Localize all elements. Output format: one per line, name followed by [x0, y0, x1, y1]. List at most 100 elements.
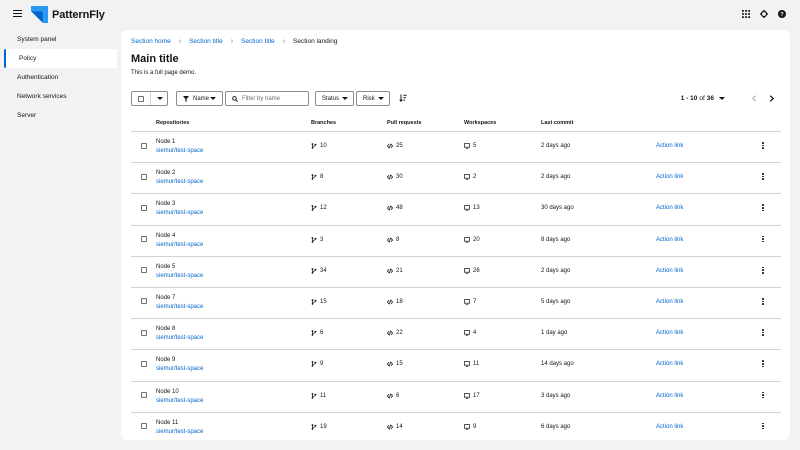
column-header-workspaces[interactable]: Workspaces: [464, 120, 496, 126]
breadcrumb-link[interactable]: Section title: [241, 38, 275, 45]
branches-cell: 9: [311, 361, 323, 367]
repository-link[interactable]: siemur/test-space: [156, 273, 203, 279]
table-row: Node 10 siemur/test-space 11 6 17 3 days…: [131, 382, 781, 413]
kebab-menu-icon[interactable]: [762, 391, 764, 399]
branches-count: 11: [320, 392, 327, 399]
action-link[interactable]: Action link: [656, 268, 683, 274]
chevron-right-icon: ›: [230, 38, 234, 45]
code-icon: [387, 237, 393, 243]
workspaces-count: 5: [473, 143, 477, 149]
kebab-menu-icon[interactable]: [762, 235, 764, 243]
help-icon[interactable]: ?: [778, 10, 786, 18]
action-link[interactable]: Action link: [656, 174, 683, 180]
branches-cell: 8: [311, 174, 323, 180]
kebab-menu-icon[interactable]: [762, 329, 764, 336]
action-link[interactable]: Action link: [656, 424, 683, 430]
row-checkbox[interactable]: [141, 142, 147, 149]
next-page-button[interactable]: [763, 95, 781, 102]
status-select-label: Status: [322, 95, 340, 102]
repository-link[interactable]: siemur/test-space: [156, 210, 203, 216]
action-link[interactable]: Action link: [656, 237, 683, 243]
repository-name: Node 1: [156, 139, 176, 145]
column-header-branches[interactable]: Branches: [311, 120, 336, 126]
workspaces-cell: 17: [464, 393, 480, 399]
code-branch-icon: [311, 392, 317, 399]
action-link[interactable]: Action link: [656, 143, 683, 149]
risk-select[interactable]: Risk: [356, 91, 390, 106]
column-header-repositories[interactable]: Repositories: [156, 120, 189, 126]
action-link[interactable]: Action link: [656, 393, 683, 399]
repository-name: Node 10: [156, 388, 179, 395]
row-checkbox[interactable]: [141, 267, 147, 274]
last-commit-cell: 8 days ago: [541, 236, 571, 243]
attribute-select[interactable]: Name: [176, 91, 223, 106]
brand-logo[interactable]: PatternFly: [31, 6, 105, 23]
action-link[interactable]: Action link: [656, 205, 683, 211]
kebab-menu-icon[interactable]: [762, 422, 764, 430]
kebab-menu-icon[interactable]: [762, 204, 764, 212]
workspaces-cell: 2: [464, 174, 476, 180]
pull-requests-cell: 25: [387, 143, 403, 149]
repository-link[interactable]: siemur/test-space: [156, 304, 203, 310]
pull-requests-count: 25: [396, 143, 403, 149]
kebab-menu-icon[interactable]: [762, 297, 764, 305]
repository-link[interactable]: siemur/test-space: [156, 335, 203, 341]
table-row: Node 8 siemur/test-space 6 22 4 1 day ag…: [131, 319, 781, 351]
sidebar-item-authentication[interactable]: Authentication: [0, 68, 121, 87]
branches-count: 12: [320, 205, 327, 212]
column-header-last-commit[interactable]: Last commit: [541, 120, 573, 126]
bulk-select[interactable]: [131, 91, 168, 106]
pagination-options-toggle[interactable]: 1 - 10 of 36: [681, 95, 725, 102]
last-commit-cell: 2 days ago: [541, 143, 571, 149]
pull-requests-count: 8: [396, 236, 400, 243]
pagination-total: 36: [706, 95, 714, 102]
branches-count: 9: [320, 361, 324, 368]
row-checkbox[interactable]: [141, 360, 147, 367]
branches-count: 15: [320, 298, 327, 305]
repository-link[interactable]: siemur/test-space: [156, 179, 203, 185]
row-checkbox[interactable]: [141, 173, 147, 180]
row-checkbox[interactable]: [141, 298, 147, 305]
breadcrumb-link[interactable]: Section home: [131, 38, 171, 45]
repository-link[interactable]: siemur/test-space: [156, 242, 203, 248]
sidebar-item-network-services[interactable]: Network services: [0, 87, 121, 106]
branches-cell: 3: [311, 237, 323, 243]
caret-down-icon[interactable]: [157, 97, 163, 100]
previous-page-button[interactable]: [745, 95, 763, 102]
bulk-select-checkbox[interactable]: [138, 95, 144, 102]
repository-link[interactable]: siemur/test-space: [156, 429, 203, 435]
kebab-menu-icon[interactable]: [762, 173, 764, 180]
grid-icon[interactable]: [742, 10, 750, 18]
sidebar-item-server[interactable]: Server: [0, 106, 121, 125]
workspaces-cell: 11: [464, 361, 479, 367]
kebab-menu-icon[interactable]: [762, 360, 764, 368]
gear-icon[interactable]: [760, 10, 768, 18]
action-link[interactable]: Action link: [656, 299, 683, 305]
row-checkbox[interactable]: [141, 423, 147, 430]
last-commit-cell: 6 days ago: [541, 423, 571, 430]
row-checkbox[interactable]: [141, 329, 147, 336]
monitor-icon: [464, 330, 470, 336]
row-checkbox[interactable]: [141, 236, 147, 243]
code-branch-icon: [311, 205, 317, 212]
hamburger-menu-icon[interactable]: [13, 9, 22, 18]
branches-cell: 34: [311, 268, 327, 274]
sort-icon[interactable]: [399, 94, 407, 102]
column-header-pull-requests[interactable]: Pull requests: [387, 120, 422, 126]
kebab-menu-icon[interactable]: [762, 266, 764, 274]
filter-input[interactable]: Filter by name: [225, 91, 309, 106]
breadcrumb-link[interactable]: Section title: [189, 38, 223, 45]
repository-link[interactable]: siemur/test-space: [156, 148, 203, 154]
action-link[interactable]: Action link: [656, 361, 683, 367]
action-link[interactable]: Action link: [656, 330, 683, 336]
sidebar-item-policy[interactable]: Policy: [4, 49, 117, 68]
row-checkbox[interactable]: [141, 204, 147, 211]
sidebar-item-system-panel[interactable]: System panel: [0, 30, 121, 49]
repository-link[interactable]: siemur/test-space: [156, 398, 203, 404]
repository-link[interactable]: siemur/test-space: [156, 366, 203, 372]
status-select[interactable]: Status: [315, 91, 354, 106]
workspaces-count: 11: [473, 361, 480, 368]
kebab-menu-icon[interactable]: [762, 142, 764, 149]
row-checkbox[interactable]: [141, 392, 147, 398]
table-row: Node 11 siemur/test-space 19 14 9 6 days…: [131, 413, 781, 440]
